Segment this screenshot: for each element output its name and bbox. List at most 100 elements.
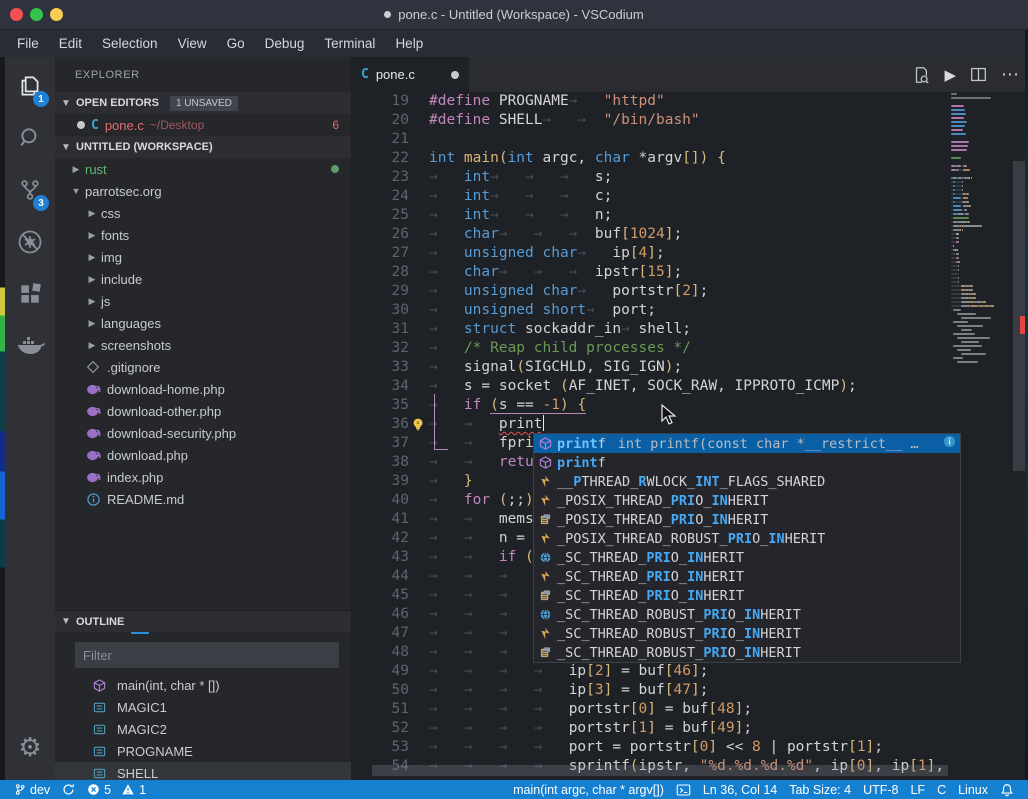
code-line-49[interactable]: 49 → → → → ip[2] = buf[46]; (351, 662, 1028, 681)
split-editor-icon[interactable] (970, 66, 987, 83)
suggest-item-8[interactable]: _SC_THREAD_PRIO_INHERIT (534, 586, 960, 605)
code-line-36[interactable]: 36 → → print (351, 415, 1028, 434)
code-line-19[interactable]: 19 #define PROGNAME→ "httpd" (351, 92, 1028, 111)
sync-item[interactable] (56, 780, 81, 799)
code-line-23[interactable]: 23 → int→ → → s; (351, 168, 1028, 187)
git-branch-item[interactable]: dev (8, 780, 56, 799)
menu-go[interactable]: Go (218, 33, 254, 54)
terminal-icon[interactable] (670, 780, 697, 799)
horizontal-scrollbar[interactable] (372, 765, 948, 776)
maximize-window-button[interactable] (30, 8, 43, 21)
code-line-21[interactable]: 21 (351, 130, 1028, 149)
code-line-28[interactable]: 28 → char→ → → ipstr[15]; (351, 263, 1028, 282)
code-line-26[interactable]: 26 → char→ → → buf[1024]; (351, 225, 1028, 244)
suggest-item-0[interactable]: printf int printf(const char *__restrict_… (534, 434, 960, 453)
code-line-35[interactable]: 35 → if (s == -1) { (351, 396, 1028, 415)
tab-pone-c[interactable]: C pone.c (351, 57, 469, 92)
code-line-25[interactable]: 25 → int→ → → n; (351, 206, 1028, 225)
suggest-item-11[interactable]: _SC_THREAD_ROBUST_PRIO_INHERIT (534, 643, 960, 662)
suggest-item-10[interactable]: _SC_THREAD_ROBUST_PRIO_INHERIT (534, 624, 960, 643)
suggest-item-3[interactable]: _POSIX_THREAD_PRIO_INHERIT (534, 491, 960, 510)
code-line-52[interactable]: 52 → → → → portstr[1] = buf[49]; (351, 719, 1028, 738)
tree-item-download-other-php[interactable]: download-other.php (55, 400, 351, 422)
tree-item-css[interactable]: ▶ css (55, 202, 351, 224)
code-line-33[interactable]: 33 → signal(SIGCHLD, SIG_IGN); (351, 358, 1028, 377)
suggest-item-4[interactable]: _POSIX_THREAD_PRIO_INHERIT (534, 510, 960, 529)
tree-item-download-home-php[interactable]: download-home.php (55, 378, 351, 400)
docker-icon[interactable] (5, 323, 55, 369)
symbol-context-item[interactable]: main(int argc, char * argv[]) (507, 780, 670, 799)
outline-item-magic2[interactable]: MAGIC2 (55, 718, 351, 740)
outline-list: main(int, char * []) MAGIC1 MAGIC2 PROGNAME… (55, 674, 351, 780)
debug-icon[interactable] (5, 219, 55, 265)
open-changes-icon[interactable] (912, 66, 930, 84)
minimize-window-button[interactable] (50, 8, 63, 21)
code-line-20[interactable]: 20 #define SHELL→ → "/bin/bash" (351, 111, 1028, 130)
menu-terminal[interactable]: Terminal (315, 33, 384, 54)
tree-item-download-security-php[interactable]: download-security.php (55, 422, 351, 444)
suggest-item-6[interactable]: _SC_THREAD_PRIO_INHERIT (534, 548, 960, 567)
info-icon[interactable] (943, 435, 956, 452)
open-editors-header[interactable]: ▼ OPEN EDITORS 1 UNSAVED (55, 92, 351, 114)
tree-item-readme-md[interactable]: README.md (55, 488, 351, 510)
outline-item-magic1[interactable]: MAGIC1 (55, 696, 351, 718)
tree-item-download-php[interactable]: download.php (55, 444, 351, 466)
menu-help[interactable]: Help (386, 33, 432, 54)
outline-item-shell[interactable]: SHELL (55, 762, 351, 780)
menu-selection[interactable]: Selection (93, 33, 167, 54)
settings-gear-icon[interactable]: ⚙ (5, 724, 55, 770)
tree-item-js[interactable]: ▶ js (55, 290, 351, 312)
tree-item-parrotsec-org[interactable]: ▼ parrotsec.org (55, 180, 351, 202)
suggest-item-5[interactable]: _POSIX_THREAD_ROBUST_PRIO_INHERIT (534, 529, 960, 548)
tree-item-include[interactable]: ▶ include (55, 268, 351, 290)
menu-view[interactable]: View (169, 33, 216, 54)
problems-item[interactable]: 5 1 (81, 780, 152, 799)
title-bar[interactable]: pone.c - Untitled (Workspace) - VSCodium (0, 0, 1028, 30)
menu-file[interactable]: File (8, 33, 48, 54)
code-line-34[interactable]: 34 → s = socket (AF_INET, SOCK_RAW, IPPRO… (351, 377, 1028, 396)
source-control-icon[interactable]: 3 (5, 167, 55, 213)
more-actions-icon[interactable]: ⋯ (1001, 64, 1020, 85)
suggest-item-2[interactable]: __PTHREAD_RWLOCK_INT_FLAGS_SHARED (534, 472, 960, 491)
outline-filter-input[interactable]: Filter (75, 642, 339, 668)
menu-edit[interactable]: Edit (50, 33, 91, 54)
horizontal-scrollbar-thumb[interactable] (372, 765, 948, 776)
tree-item-fonts[interactable]: ▶ fonts (55, 224, 351, 246)
search-icon[interactable] (5, 115, 55, 161)
tree-item-rust[interactable]: ▶ rust (55, 158, 351, 180)
suggest-item-7[interactable]: _SC_THREAD_PRIO_INHERIT (534, 567, 960, 586)
code-line-32[interactable]: 32 → /* Reap child processes */ (351, 339, 1028, 358)
code-line-27[interactable]: 27 → unsigned char→ ip[4]; (351, 244, 1028, 263)
tree-item-languages[interactable]: ▶ languages (55, 312, 351, 334)
code-line-24[interactable]: 24 → int→ → → c; (351, 187, 1028, 206)
open-editor-pone-c[interactable]: C pone.c ~/Desktop 6 (55, 114, 351, 136)
language-mode-item[interactable]: C (931, 780, 952, 799)
tree-item-img[interactable]: ▶ img (55, 246, 351, 268)
tree-item--gitignore[interactable]: .gitignore (55, 356, 351, 378)
code-line-22[interactable]: 22 int main(int argc, char *argv[]) { (351, 149, 1028, 168)
menu-debug[interactable]: Debug (256, 33, 314, 54)
code-line-29[interactable]: 29 → unsigned char→ portstr[2]; (351, 282, 1028, 301)
explorer-icon[interactable]: 1 (5, 63, 55, 109)
notifications-bell-icon[interactable] (994, 780, 1020, 799)
code-line-51[interactable]: 51 → → → → portstr[0] = buf[48]; (351, 700, 1028, 719)
code-line-50[interactable]: 50 → → → → ip[3] = buf[47]; (351, 681, 1028, 700)
encoding-item[interactable]: UTF-8 (857, 780, 904, 799)
outline-item-progname[interactable]: PROGNAME (55, 740, 351, 762)
code-line-30[interactable]: 30 → unsigned short→ port; (351, 301, 1028, 320)
code-line-53[interactable]: 53 → → → → port = portstr[0] << 8 | ports… (351, 738, 1028, 757)
tree-item-index-php[interactable]: index.php (55, 466, 351, 488)
code-line-31[interactable]: 31 → struct sockaddr_in→ shell; (351, 320, 1028, 339)
outline-item-main-int-char-[interactable]: main(int, char * []) (55, 674, 351, 696)
eol-item[interactable]: LF (904, 780, 931, 799)
tree-item-screenshots[interactable]: ▶ screenshots (55, 334, 351, 356)
cursor-position-item[interactable]: Ln 36, Col 14 (697, 780, 783, 799)
extensions-icon[interactable] (5, 271, 55, 317)
outline-header[interactable]: ▼ OUTLINE (55, 610, 351, 632)
workspace-header[interactable]: ▼ UNTITLED (WORKSPACE) (55, 136, 351, 158)
suggest-item-1[interactable]: printf (534, 453, 960, 472)
run-code-icon[interactable]: ▶ (944, 66, 956, 84)
close-window-button[interactable] (10, 8, 23, 21)
suggest-item-9[interactable]: _SC_THREAD_ROBUST_PRIO_INHERIT (534, 605, 960, 624)
tab-size-item[interactable]: Tab Size: 4 (783, 780, 857, 799)
